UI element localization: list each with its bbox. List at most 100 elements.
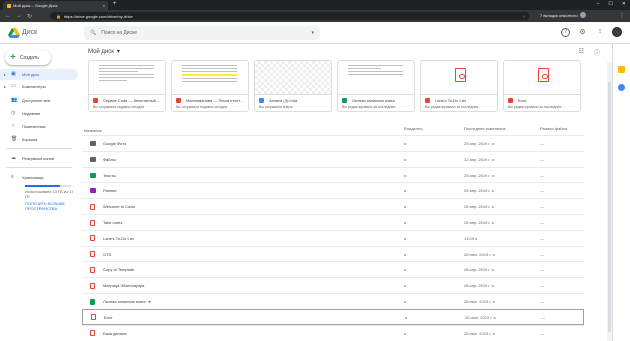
browser-menu-icon[interactable]: ⋮ [619, 12, 625, 19]
pdf-icon [93, 98, 98, 103]
storage-bar-fill [25, 185, 60, 187]
file-modified: 26 июл. 2019 г. я [464, 330, 495, 336]
maximize-icon[interactable]: ☐ [608, 1, 612, 7]
sort-arrow-icon[interactable]: ↓ [84, 128, 86, 133]
sidebar: + Создать ▸ ▣ Мой диск ▸ ▭ Компьютеры 👥 … [0, 44, 78, 341]
file-size: — [540, 156, 544, 162]
file-name: Файлы [103, 156, 116, 162]
close-tab-icon[interactable]: × [103, 3, 105, 8]
table-row[interactable]: GTD я 26 июл. 2019 г. я — [82, 245, 584, 262]
table-row[interactable]: Личная записная книга ★ я 28 июл. 2019 г. я… [82, 293, 584, 309]
info-icon[interactable]: ⓘ [594, 48, 600, 57]
list-view-icon[interactable]: ☷ [579, 48, 584, 57]
search-input[interactable]: 🔍 Поиск на Диске ▾ [84, 26, 320, 40]
file-owner: я [404, 283, 407, 289]
storage-used-text: Использовано 13 ГБ из 17 ГБ [25, 189, 74, 199]
table-row[interactable]: Copy of Template я 28 апр. 2019 г. я — [82, 261, 584, 277]
quick-access-card[interactable]: Lane's To-Do List Вы редактировали за по… [420, 60, 498, 112]
incognito-indicator[interactable]: 7 вкладок инкогнито [540, 12, 586, 18]
column-modified[interactable]: Последнее изменение [464, 126, 506, 131]
column-size[interactable]: Размер файла [540, 126, 567, 131]
card-subtitle: Вы открывали недавно сегодня [93, 105, 145, 109]
table-row[interactable]: Welcome to Coda я 28 апр. 2019 г. я — [82, 198, 584, 214]
sidebar-item-trash[interactable]: 🗑 Корзина [0, 134, 78, 145]
trash-icon: 🗑 [11, 136, 18, 142]
address-bar[interactable]: 🔒 https://drive.google.com/drive/my-driv… [50, 12, 530, 20]
table-row[interactable]: Ранние я 25 апр. 2019 г. я — [82, 182, 584, 198]
table-row[interactable]: Блог я 26 июл. 2019 г. я — [82, 308, 584, 325]
quick-access-card[interactable]: Маллиманова — Пеша отчет... Вы открывали… [171, 60, 249, 112]
search-icon[interactable]: 🔍 [90, 30, 96, 36]
tasks-icon[interactable] [618, 84, 625, 91]
file-size: — [540, 188, 544, 194]
create-button[interactable]: + Создать [5, 50, 51, 65]
card-name: Личная записная книга [352, 98, 395, 103]
file-modified: 25 апр. 2019 г. я [464, 172, 494, 178]
settings-icon[interactable]: ⚙ [578, 28, 587, 37]
table-row[interactable]: Google Фото я 25 апр. 2019 г. я — [82, 135, 584, 151]
table-row[interactable]: Файлы я 12 апр. 2019 г. я — [82, 150, 584, 167]
sidebar-item-my-drive[interactable]: ▸ ▣ Мой диск [0, 69, 78, 80]
card-thumbnail [504, 61, 580, 95]
table-row[interactable]: Lane's To-Do List я 13:09 я — [82, 229, 584, 246]
file-name: Блог [104, 314, 113, 320]
table-row[interactable]: Take notes я 28 апр. 2019 г. я — [82, 214, 584, 230]
storage-icon: ≡ [11, 174, 14, 180]
file-modified: 28 апр. 2019 г. я [464, 267, 494, 273]
expand-icon[interactable]: ▸ [4, 72, 8, 77]
file-owner: я [404, 251, 407, 257]
minimize-icon[interactable]: – [597, 1, 600, 7]
card-subtitle: Вы редактировали за последние... [508, 105, 565, 109]
browser-tab[interactable]: Мой диск – Google Диск × [3, 1, 108, 10]
bookmark-star-icon[interactable]: ☆ [522, 14, 526, 19]
quick-access-card[interactable]: Личная записная книга Вы редактировали з… [337, 60, 415, 112]
account-avatar[interactable] [612, 27, 622, 37]
folder-icon [90, 156, 96, 162]
sidebar-item-computers[interactable]: ▸ ▭ Компьютеры [0, 81, 78, 92]
quick-access-card[interactable]: Записи (3).m4a Вы открывали вчера [254, 60, 332, 112]
quick-access-card[interactable]: Блог Вы редактировали за последние... [503, 60, 581, 112]
reload-icon[interactable]: ↻ [27, 13, 32, 20]
file-size: — [540, 172, 544, 178]
table-row[interactable]: Тексты я 25 апр. 2019 г. я — [82, 166, 584, 183]
column-name-label: Название [84, 128, 102, 133]
scrollbar-thumb[interactable] [608, 82, 611, 332]
sidebar-item-storage[interactable]: ≡ Хранилище [0, 172, 78, 183]
create-label: Создать [19, 54, 39, 61]
sidebar-item-starred[interactable]: ☆ Помеченные [0, 121, 78, 132]
search-options-icon[interactable]: ▾ [311, 30, 314, 36]
page-title[interactable]: Мой диск ▾ [88, 48, 120, 56]
close-window-icon[interactable]: ✕ [622, 1, 626, 7]
quick-access-card[interactable]: Сервис Coda — бесплатный... Вы открывали… [88, 60, 166, 112]
file-name: Lane's To-Do List [103, 235, 134, 241]
apps-grid-icon[interactable]: ⁝⁝⁝ [595, 28, 604, 37]
starred-icon[interactable]: ★ [148, 299, 152, 304]
card-name: Маллиманова — Пеша отчет... [186, 98, 243, 103]
file-modified: 28 июл. 2019 г. я [464, 299, 495, 304]
file-name: Личная записная книга ★ [103, 299, 152, 304]
file-modified: 26 июл. 2019 г. я [464, 251, 495, 257]
app-name[interactable]: Диск [22, 29, 37, 36]
table-row[interactable]: База данных я 26 июл. 2019 г. я — [82, 324, 584, 341]
sidebar-item-shared[interactable]: 👥 Доступные мне [0, 95, 78, 106]
new-tab-button[interactable]: + [113, 1, 117, 7]
file-owner: я [404, 235, 407, 241]
back-icon[interactable]: ← [5, 13, 11, 19]
forward-icon[interactable]: → [16, 13, 22, 19]
card-thumbnail [421, 61, 497, 95]
file-name: База данных [103, 330, 127, 336]
keep-icon[interactable] [618, 66, 625, 73]
sidebar-item-recent[interactable]: ◷ Недавние [0, 108, 78, 119]
drive-logo-icon[interactable] [8, 28, 20, 38]
card-subtitle: Вы редактировали за последние... [342, 105, 399, 109]
pdf-icon [176, 98, 181, 103]
expand-icon[interactable]: ▸ [4, 84, 8, 89]
column-owner[interactable]: Владелец [404, 126, 423, 131]
file-modified: 26 июл. 2019 г. я [465, 314, 496, 320]
sidebar-item-backups[interactable]: ☁ Резервные копии [0, 153, 78, 164]
help-icon[interactable]: ? [561, 27, 570, 37]
plus-icon: + [10, 51, 16, 63]
url-text: https://drive.google.com/drive/my-drive [63, 13, 133, 19]
get-more-storage-link[interactable]: ПОЛУЧИТЬ БОЛЬШЕ ПРОСТРАНСТВА [25, 201, 77, 211]
table-row[interactable]: Матрица Эйзенхауэра я 28 апр. 2019 г. я — [82, 277, 584, 293]
